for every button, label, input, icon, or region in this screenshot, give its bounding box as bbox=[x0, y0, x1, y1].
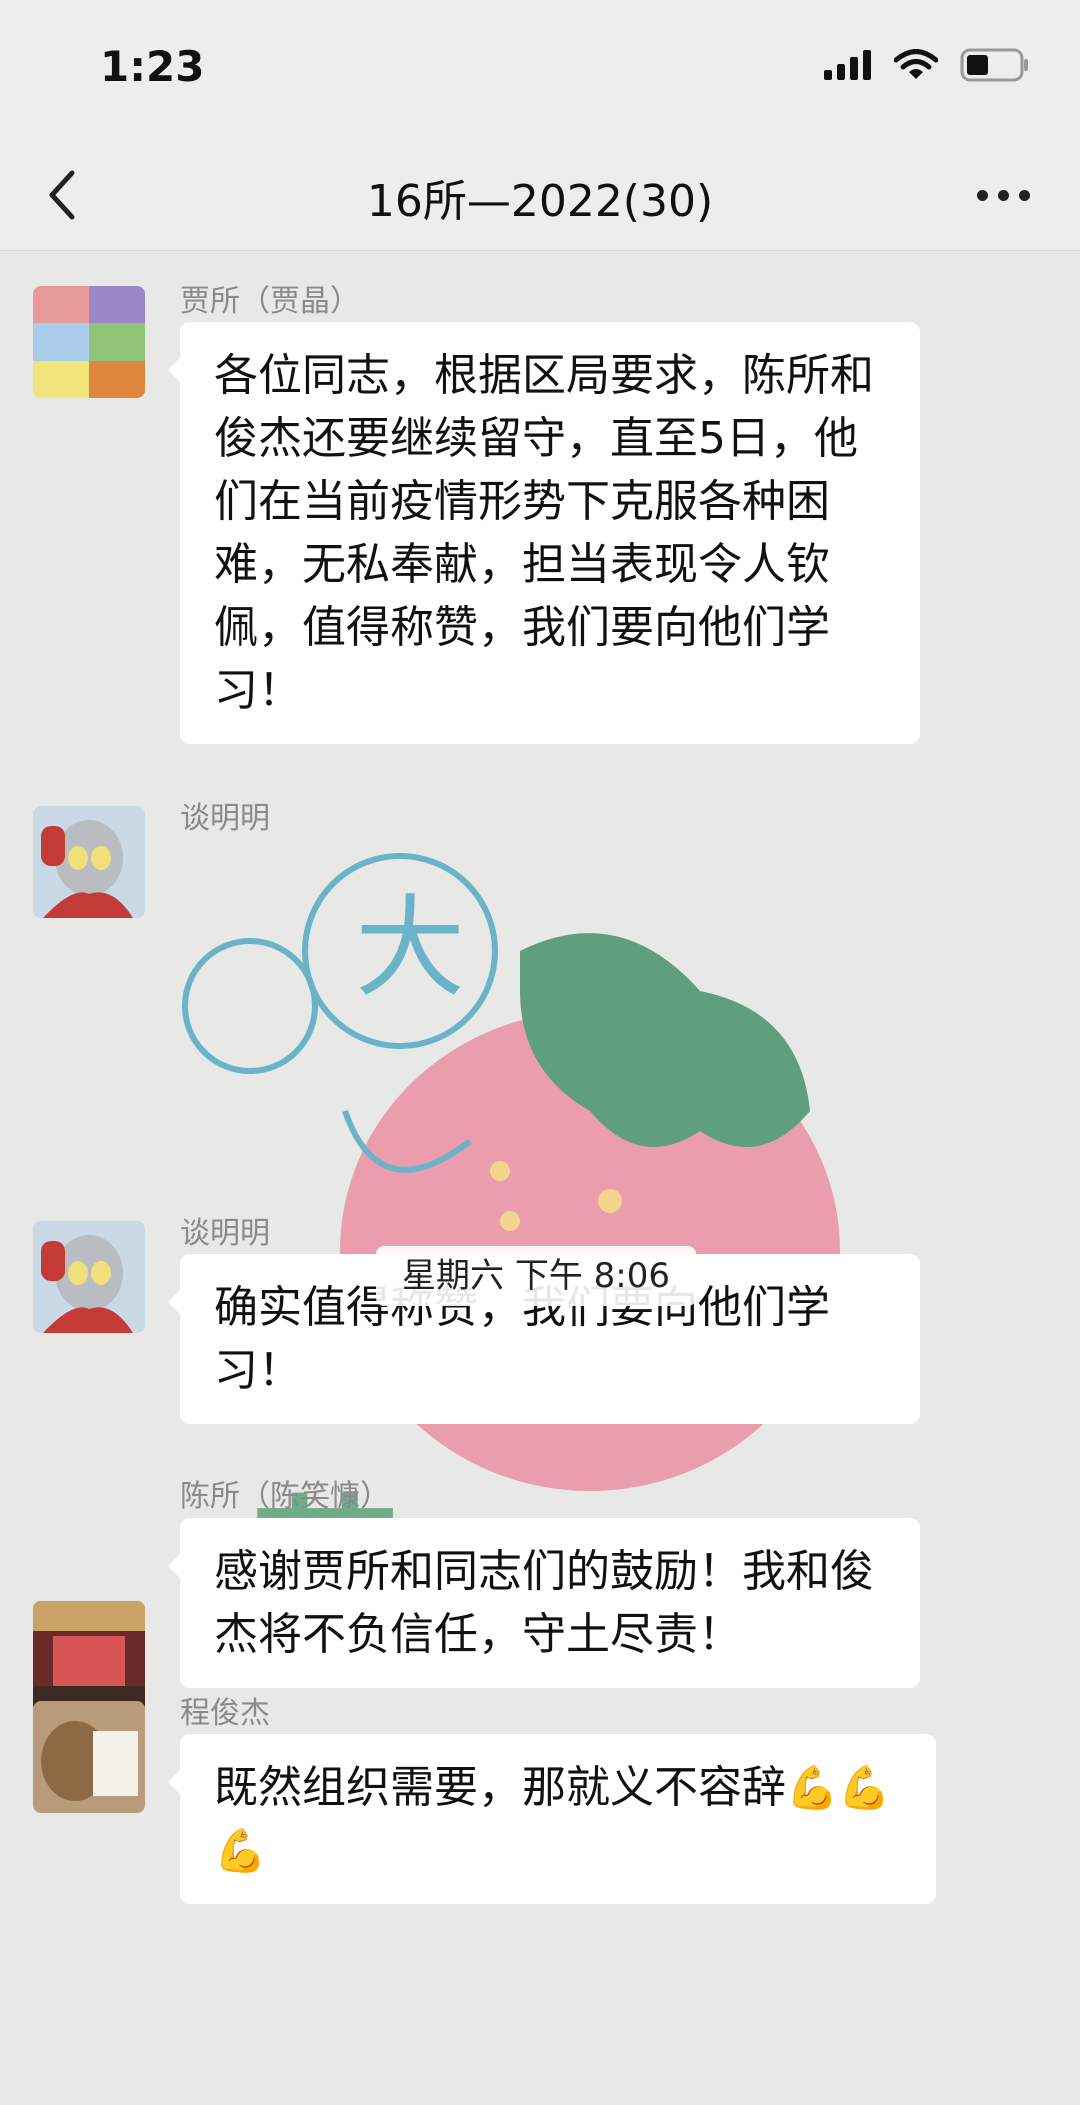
message-bubble[interactable]: 既然组织需要，那就义不容辞💪💪💪 bbox=[168, 1734, 936, 1904]
timestamp-divider: 星期六 下午 8:06 bbox=[376, 1246, 696, 1306]
sender-name: 程俊杰 bbox=[180, 1696, 270, 1731]
sender-name: 谈明明 bbox=[180, 1216, 270, 1251]
chat-area[interactable]: 大 芋 贾所（贾晶） 各位同志，根据区局要求，陈所和俊杰还要继续留守，直至5日，… bbox=[0, 251, 1080, 2105]
avatar-tan[interactable] bbox=[33, 1221, 145, 1333]
sender-name: 贾所（贾晶） bbox=[180, 284, 360, 319]
avatar-tan[interactable] bbox=[33, 806, 145, 918]
sender-name: 谈明明 bbox=[180, 801, 270, 836]
status-icons bbox=[824, 48, 1030, 82]
more-options-icon[interactable] bbox=[977, 190, 1030, 201]
sticker-label: 大 bbox=[355, 884, 465, 1012]
message-text: 既然组织需要，那就义不容辞 bbox=[214, 1762, 786, 1813]
avatar-cheng[interactable] bbox=[33, 1701, 145, 1813]
signal-icon bbox=[824, 50, 871, 80]
message-bubble[interactable]: 感谢贾所和同志们的鼓励！我和俊杰将不负信任，守土尽责！ bbox=[168, 1518, 920, 1688]
status-time: 1:23 bbox=[100, 42, 205, 91]
avatar-jia[interactable] bbox=[33, 286, 145, 398]
battery-icon bbox=[960, 48, 1028, 82]
avatar-chen[interactable] bbox=[33, 1601, 145, 1713]
chat-title: 16所—2022(30) bbox=[366, 176, 714, 227]
message-bubble[interactable]: 各位同志，根据区局要求，陈所和俊杰还要继续留守，直至5日，他们在当前疫情形势下克… bbox=[168, 322, 920, 744]
sender-name: 陈所（陈笑慷） bbox=[180, 1479, 390, 1514]
wifi-icon bbox=[894, 49, 938, 79]
status-bar: 1:23 bbox=[0, 0, 1080, 135]
nav-bar: 16所—2022(30) bbox=[0, 135, 1080, 251]
